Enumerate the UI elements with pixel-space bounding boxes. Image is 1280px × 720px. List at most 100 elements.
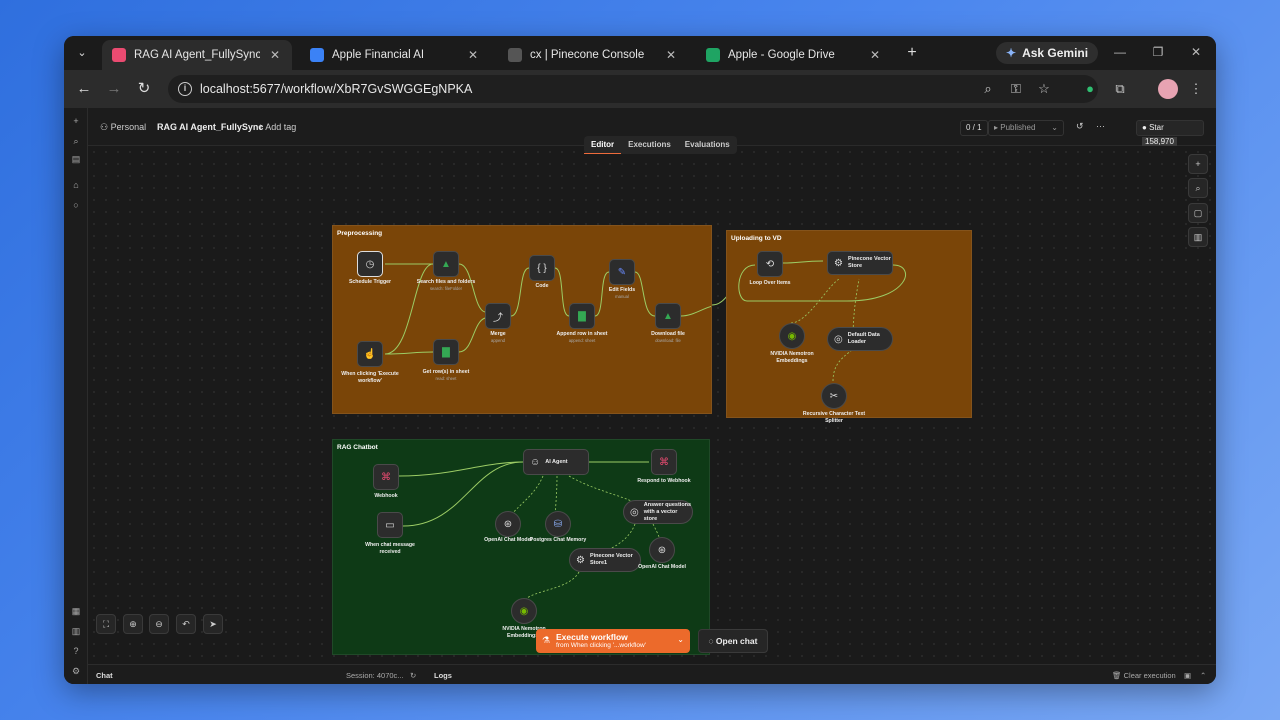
append-row-node[interactable]: ▇ — [569, 303, 595, 329]
zoom-out-button[interactable]: ⊖ — [149, 614, 169, 634]
pinecone-node[interactable]: ⚙ Pinecone Vector Store — [827, 251, 893, 275]
tab-rag-agent[interactable]: RAG AI Agent_FullySync - n ✕ — [102, 40, 292, 70]
new-tab-icon[interactable]: + — [902, 44, 922, 62]
avatar[interactable] — [1158, 79, 1178, 99]
close-icon[interactable]: ✕ — [268, 48, 282, 62]
drive-favicon-icon — [706, 48, 720, 62]
panel-toggle-button[interactable]: ▥ — [1188, 227, 1208, 247]
close-icon[interactable]: ✕ — [868, 48, 882, 62]
pointer-tool-button[interactable]: ➤ — [203, 614, 223, 634]
merge-node[interactable]: ⤴ — [485, 303, 511, 329]
password-key-icon[interactable]: ⚿ — [1008, 81, 1024, 97]
group-preprocessing[interactable]: Preprocessing ◷ Schedule Trigger ▲ Searc — [332, 225, 712, 414]
edit-fields-node[interactable]: ✎ — [609, 259, 635, 285]
group-uploading[interactable]: Uploading to VD ⟲ Loop Over Items ⚙ Pinec… — [726, 230, 972, 424]
templates-icon[interactable]: ▦ — [68, 604, 84, 618]
search-nodes-button[interactable]: ⌕ — [1188, 178, 1208, 198]
back-icon[interactable]: ← — [74, 79, 94, 99]
tab-apple-financial[interactable]: Apple Financial AI ✕ — [300, 40, 490, 70]
fit-view-button[interactable]: ⛶ — [96, 614, 116, 634]
ask-gemini-button[interactable]: ✦ Ask Gemini — [996, 42, 1099, 64]
site-info-icon[interactable]: i — [178, 82, 192, 96]
add-node-button[interactable]: + — [1188, 154, 1208, 174]
session-refresh-icon[interactable]: ↻ — [410, 671, 416, 680]
insights-icon[interactable]: ▥ — [68, 624, 84, 638]
data-loader-node[interactable]: ◎ Default Data Loader — [827, 327, 893, 351]
download-file-node[interactable]: ▲ — [655, 303, 681, 329]
tab-evaluations[interactable]: Evaluations — [678, 136, 737, 154]
clear-execution-button[interactable]: 🗑 Clear execution — [1112, 671, 1176, 680]
logs-panel-label[interactable]: Logs — [434, 671, 452, 680]
chat-trigger-node[interactable]: ▭ — [377, 512, 403, 538]
chevron-up-icon[interactable]: ⌃ — [1200, 671, 1206, 680]
openai-model-node[interactable]: ⊛ — [495, 511, 521, 537]
undo-button[interactable]: ↶ — [176, 614, 196, 634]
tab-title: Apple Financial AI — [332, 49, 425, 61]
schedule-trigger-node[interactable]: ◷ — [357, 251, 383, 277]
close-icon[interactable]: ✕ — [664, 48, 678, 62]
tab-editor[interactable]: Editor — [584, 136, 622, 154]
execute-workflow-button[interactable]: ⚗ Execute workflow from When clicking '.… — [536, 629, 690, 653]
add-tag-link[interactable]: + Add tag — [258, 122, 296, 132]
workflow-name[interactable]: RAG AI Agent_FullySync — [157, 122, 263, 132]
respond-webhook-node[interactable]: ⌘ — [651, 449, 677, 475]
chat-icon[interactable]: ○ — [68, 198, 84, 212]
reload-icon[interactable]: ↻ — [134, 79, 154, 99]
extensions-icon[interactable]: ⧉ — [1110, 79, 1130, 99]
node-label: Append row in sheet — [556, 331, 608, 337]
manual-trigger-node[interactable]: ☝ — [357, 341, 383, 367]
menu-icon[interactable]: ⋮ — [1186, 79, 1206, 99]
address-bar[interactable]: i localhost:5677/workflow/XbR7GvSWGGEgNP… — [168, 75, 1098, 103]
search-files-node[interactable]: ▲ — [433, 251, 459, 277]
forward-icon[interactable]: → — [104, 79, 124, 99]
tab-pinecone[interactable]: cx | Pinecone Console ✕ — [498, 40, 688, 70]
sticky-note-button[interactable]: ▢ — [1188, 203, 1208, 223]
loop-node[interactable]: ⟲ — [757, 251, 783, 277]
zoom-icon[interactable]: ⌕ — [980, 81, 996, 97]
ai-agent-node[interactable]: ☺ AI Agent — [523, 449, 589, 475]
code-braces-icon: { } — [537, 262, 547, 274]
settings-icon[interactable]: ⚙ — [68, 664, 84, 678]
postgres-memory-node[interactable]: ⛁ — [545, 511, 571, 537]
window-close-icon[interactable]: ✕ — [1188, 45, 1204, 59]
node-subtitle: search: fileFolder — [429, 286, 463, 291]
node-label: Get row(s) in sheet — [422, 369, 470, 375]
url-text[interactable]: localhost:5677/workflow/XbR7GvSWGGEgNPKA — [200, 82, 472, 96]
text-splitter-node[interactable]: ✂ — [821, 383, 847, 409]
github-star-button[interactable]: ● Star 158,970 — [1136, 120, 1204, 146]
tab-search-icon[interactable]: ⌄ — [72, 43, 92, 63]
history-icon[interactable]: ↺ — [1076, 121, 1084, 132]
popout-icon[interactable]: ▣ — [1184, 671, 1191, 680]
nvidia-embeddings-node[interactable]: ◉ — [779, 323, 805, 349]
tab-executions[interactable]: Executions — [621, 136, 678, 154]
workflow-canvas[interactable]: Preprocessing ◷ Schedule Trigger ▲ Searc — [88, 146, 1216, 664]
webhook-node[interactable]: ⌘ — [373, 464, 399, 490]
published-button[interactable]: ▸ Published ⌄ — [988, 120, 1064, 136]
extension-cursor-icon[interactable]: ● — [1080, 79, 1100, 99]
chat-panel-label[interactable]: Chat — [96, 671, 113, 680]
chevron-down-icon[interactable]: ⌄ — [677, 635, 684, 644]
restore-icon[interactable]: ❐ — [1150, 45, 1166, 59]
personal-breadcrumb[interactable]: ⚇ Personal — [100, 122, 146, 133]
bookmark-star-icon[interactable]: ☆ — [1036, 81, 1052, 97]
search-icon[interactable]: ⌕ — [68, 134, 84, 148]
nvidia-embeddings1-node[interactable]: ◉ — [511, 598, 537, 624]
code-node[interactable]: { } — [529, 255, 555, 281]
panel-icon[interactable]: ▤ — [68, 152, 84, 166]
group-rag-chatbot[interactable]: RAG Chatbot ⌘ Webhook ☺ AI Agent ⌘ Respon… — [332, 439, 710, 655]
answer-tool-node[interactable]: ◎ Answer questions with a vector store — [623, 500, 693, 524]
browser-toolbar: ← → ↻ i localhost:5677/workflow/XbR7GvSW… — [64, 70, 1216, 108]
help-icon[interactable]: ? — [68, 644, 84, 658]
home-icon[interactable]: ⌂ — [68, 178, 84, 192]
tab-google-drive[interactable]: Apple - Google Drive ✕ — [696, 40, 892, 70]
zoom-in-button[interactable]: ⊕ — [123, 614, 143, 634]
openai-icon: ⊛ — [503, 518, 513, 530]
close-icon[interactable]: ✕ — [466, 48, 480, 62]
webhook-icon: ⌘ — [381, 471, 391, 483]
get-rows-node[interactable]: ▇ — [433, 339, 459, 365]
more-icon[interactable]: ··· — [1096, 121, 1105, 131]
open-chat-button[interactable]: ◌ Open chat — [698, 629, 768, 653]
minimize-icon[interactable]: — — [1112, 45, 1128, 59]
openai-model2-node[interactable]: ⊛ — [649, 537, 675, 563]
add-icon[interactable]: + — [68, 114, 84, 128]
